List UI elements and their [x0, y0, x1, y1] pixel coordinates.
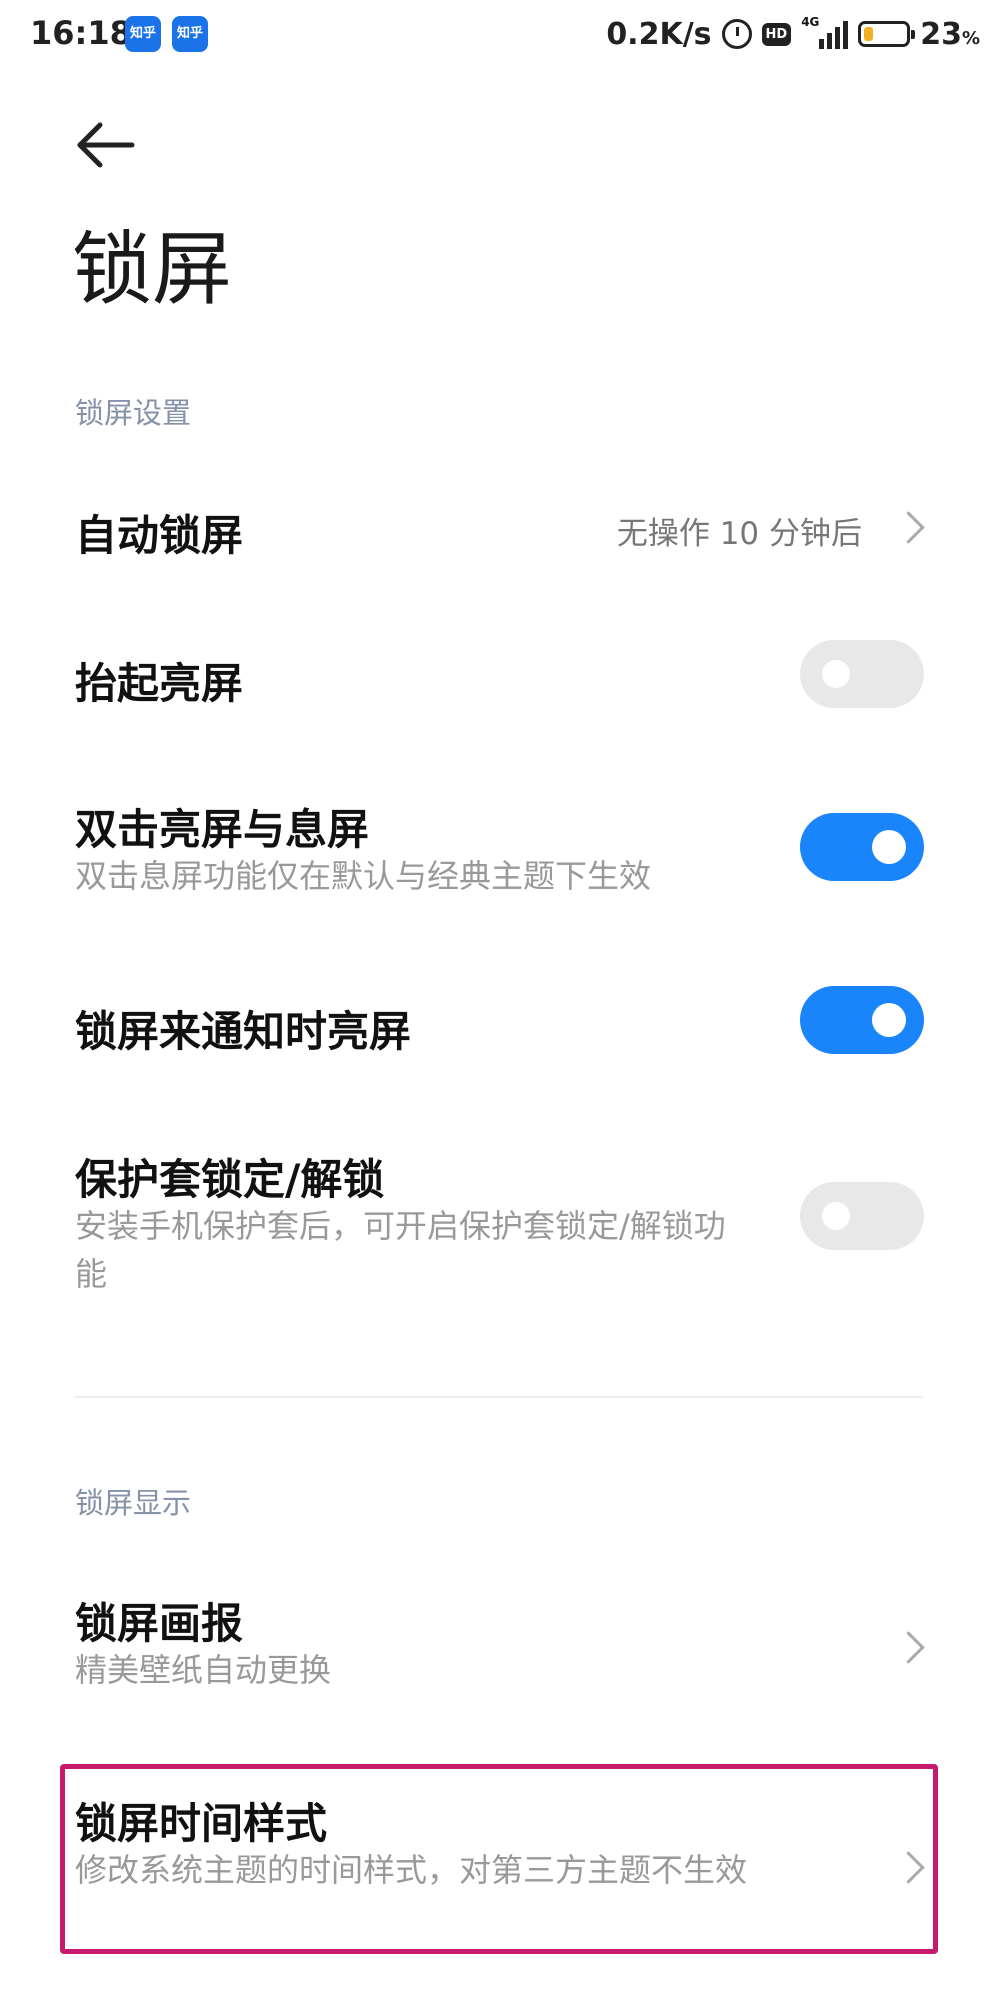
setting-wallpaper-carousel[interactable]: 锁屏画报 精美壁纸自动更换 [0, 1570, 998, 1720]
network-type: 4G [801, 15, 820, 29]
raise-to-wake-toggle[interactable] [800, 640, 924, 708]
setting-subtitle: 双击息屏功能仅在默认与经典主题下生效 [75, 857, 652, 895]
arrow-left-icon [77, 122, 135, 168]
chevron-right-icon [892, 1631, 925, 1664]
setting-title: 抬起亮屏 [75, 659, 244, 708]
setting-auto-lock[interactable]: 自动锁屏 无操作 10 分钟后 [0, 470, 998, 580]
setting-value: 无操作 10 分钟后 [616, 516, 862, 552]
signal-icon: 4G [801, 15, 849, 49]
setting-cover-lock: 保护套锁定/解锁 安装手机保护套后，可开启保护套锁定/解锁功能 [0, 1130, 998, 1310]
setting-title: 双击亮屏与息屏 [75, 805, 370, 854]
notify-wake-toggle[interactable] [800, 986, 924, 1054]
setting-notify-wake: 锁屏来通知时亮屏 [0, 980, 998, 1090]
setting-title: 锁屏画报 [75, 1599, 244, 1648]
setting-title: 自动锁屏 [75, 511, 244, 560]
section-label-lock-settings: 锁屏设置 [75, 396, 192, 430]
network-speed: 0.2K/s [606, 16, 712, 52]
setting-double-tap: 双击亮屏与息屏 双击息屏功能仅在默认与经典主题下生效 [0, 780, 998, 910]
setting-subtitle: 精美壁纸自动更换 [75, 1651, 332, 1689]
highlight-box [60, 1764, 938, 1954]
back-button[interactable] [70, 110, 140, 180]
zhihu-app-icon: 知乎 [172, 16, 208, 52]
hd-icon: HD [761, 22, 792, 46]
status-indicators: 0.2K/s HD 4G 23% [606, 12, 980, 56]
status-bar: 16:18 知乎 知乎 0.2K/s HD 4G 23% [0, 0, 998, 70]
page-title: 锁屏 [72, 223, 232, 316]
cover-lock-toggle[interactable] [800, 1182, 924, 1250]
battery-percent: 23% [920, 16, 980, 52]
status-time: 16:18 [30, 14, 132, 52]
setting-subtitle: 安装手机保护套后，可开启保护套锁定/解锁功能 [75, 1207, 726, 1293]
battery-icon [858, 21, 916, 47]
double-tap-toggle[interactable] [800, 813, 924, 881]
setting-raise-to-wake: 抬起亮屏 [0, 620, 998, 730]
setting-title: 锁屏来通知时亮屏 [75, 1007, 412, 1056]
section-divider [75, 1396, 923, 1398]
chevron-right-icon [892, 511, 925, 544]
section-label-lock-display: 锁屏显示 [75, 1486, 192, 1520]
zhihu-app-icon: 知乎 [125, 16, 161, 52]
setting-title: 保护套锁定/解锁 [75, 1155, 385, 1204]
alarm-icon [721, 19, 752, 49]
